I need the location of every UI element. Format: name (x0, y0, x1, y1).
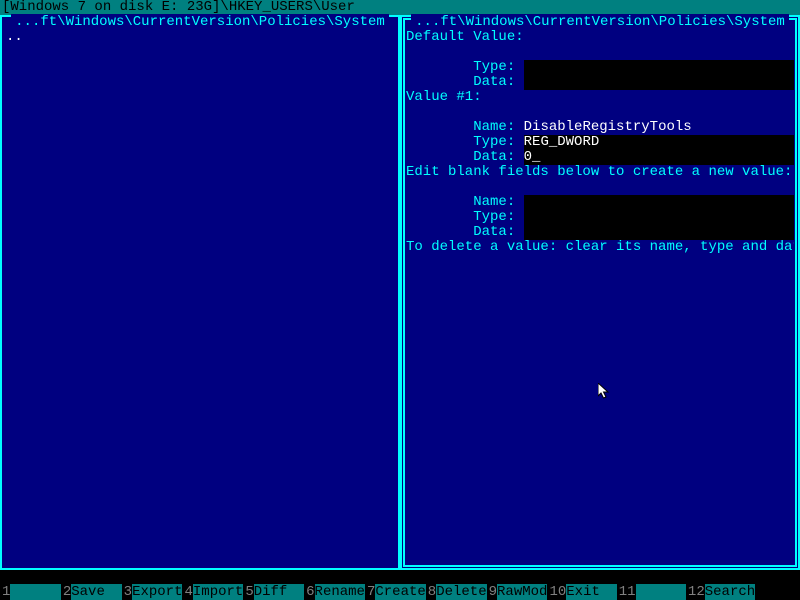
value1-header: Value #1: (406, 90, 794, 105)
default-data-input[interactable] (524, 75, 794, 90)
name-label: Name: (473, 119, 515, 135)
delete-hint: To delete a value: clear its name, type … (406, 240, 794, 255)
fkey-5[interactable]: 5Diff (243, 585, 304, 600)
data-label: Data: (473, 74, 515, 90)
left-panel: ...ft\Windows\CurrentVersion\Policies\Sy… (0, 15, 400, 570)
fkey-9[interactable]: 9RawMod (487, 585, 548, 600)
fkey-6[interactable]: 6Rename (304, 585, 365, 600)
data-label: Data: (473, 149, 515, 165)
list-item[interactable]: .. (6, 30, 394, 45)
fkey-2[interactable]: 2Save (61, 585, 122, 600)
default-type-dropdown[interactable]: [▼] (524, 60, 794, 75)
fkey-12[interactable]: 12Search (686, 585, 755, 600)
new-type-dropdown[interactable]: [▼] (524, 210, 794, 225)
value1-data-input[interactable]: 0_ (524, 150, 794, 165)
value1-name[interactable]: DisableRegistryTools (524, 119, 692, 135)
right-panel-title: ...ft\Windows\CurrentVersion\Policies\Sy… (400, 15, 800, 30)
fkey-3[interactable]: 3Export (122, 585, 183, 600)
type-label: Type: (473, 209, 515, 225)
type-label: Type: (473, 134, 515, 150)
default-value-header: Default Value: (406, 30, 794, 45)
left-panel-title: ...ft\Windows\CurrentVersion\Policies\Sy… (0, 15, 400, 30)
window-titlebar: [Windows 7 on disk E: 23G]\HKEY_USERS\Us… (0, 0, 800, 15)
fkey-bar: 1 2Save 3Export 4Import 5Diff 6Rename 7C… (0, 585, 800, 600)
fkey-11[interactable]: 11 (617, 585, 686, 600)
fkey-10[interactable]: 10Exit (547, 585, 616, 600)
workspace: ...ft\Windows\CurrentVersion\Policies\Sy… (0, 15, 800, 570)
name-label: Name: (473, 194, 515, 210)
fkey-8[interactable]: 8Delete (426, 585, 487, 600)
new-data-input[interactable] (524, 225, 794, 240)
fkey-1[interactable]: 1 (0, 585, 61, 600)
fkey-7[interactable]: 7Create (365, 585, 426, 600)
data-label: Data: (473, 224, 515, 240)
right-panel: ...ft\Windows\CurrentVersion\Policies\Sy… (400, 15, 800, 570)
fkey-4[interactable]: 4Import (182, 585, 243, 600)
new-value-header: Edit blank fields below to create a new … (406, 165, 794, 180)
type-label: Type: (473, 59, 515, 75)
new-name-input[interactable] (524, 195, 794, 210)
value1-type-dropdown[interactable]: REG_DWORD[▼] (524, 135, 794, 150)
